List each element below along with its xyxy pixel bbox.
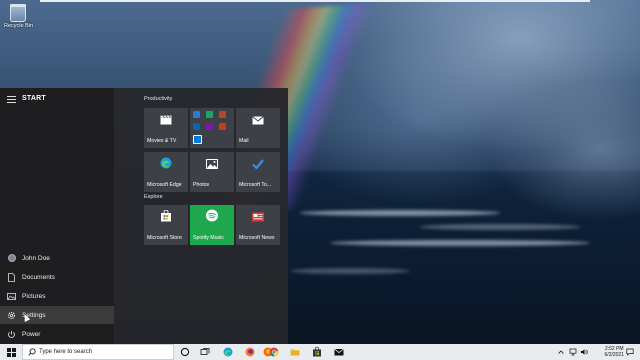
wallpaper-wave <box>290 268 410 274</box>
mail-icon <box>252 112 264 130</box>
start-nav-label: John Doe <box>22 254 50 262</box>
tile-label: Microsoft To... <box>239 182 272 188</box>
document-icon <box>7 272 16 282</box>
search-icon <box>28 348 36 356</box>
tile-microsoft-edge[interactable]: Microsoft Edge <box>144 152 188 192</box>
start-menu-title: START <box>22 95 46 102</box>
taskbar: Type here to search 2:52 PM 6/2/2021 <box>0 344 640 360</box>
start-nav-user[interactable]: John Doe <box>0 249 114 267</box>
notification-center-icon[interactable] <box>626 348 634 356</box>
taskbar-search-box[interactable]: Type here to search <box>22 344 174 360</box>
news-icon <box>252 209 265 227</box>
start-button[interactable] <box>0 344 22 360</box>
windows-logo-icon <box>6 347 16 357</box>
tile-group-label: Productivity <box>144 96 173 102</box>
tile-label: Microsoft Store <box>147 235 182 241</box>
tile-label: Spotify Music <box>193 235 224 241</box>
tile-microsoft-news[interactable]: Microsoft News <box>236 205 280 245</box>
hamburger-menu-icon[interactable] <box>7 96 16 103</box>
tile-label: Movies & TV <box>147 138 177 144</box>
tile-photos[interactable]: Photos <box>190 152 234 192</box>
desktop-icon-label: Recycle Bin <box>4 23 34 29</box>
edge-icon[interactable] <box>223 347 233 357</box>
checkmark-icon <box>252 156 264 174</box>
start-nav-label: Pictures <box>22 292 46 300</box>
tile-microsoft-todo[interactable]: Microsoft To... <box>236 152 280 192</box>
edge-icon <box>160 156 172 174</box>
office-apps-folder-icon <box>193 111 231 144</box>
chevron-up-icon[interactable] <box>557 348 565 356</box>
cortana-circle-icon[interactable] <box>180 347 190 357</box>
search-placeholder: Type here to search <box>39 349 93 355</box>
task-view-icon[interactable] <box>200 347 210 357</box>
start-menu: START John Doe Documents Pictures Settin… <box>0 88 288 344</box>
gear-icon <box>7 311 16 320</box>
start-nav-pictures[interactable]: Pictures <box>0 287 114 305</box>
window-edge-line <box>40 0 590 2</box>
store-icon[interactable] <box>312 347 322 357</box>
spotify-icon <box>206 209 219 227</box>
start-nav-label: Documents <box>22 273 55 281</box>
firefox-icon[interactable] <box>245 347 255 357</box>
tile-microsoft-store[interactable]: Microsoft Store <box>144 205 188 245</box>
user-avatar-icon <box>7 254 16 263</box>
tile-label: Microsoft News <box>239 235 275 241</box>
file-explorer-icon[interactable] <box>290 347 300 357</box>
wallpaper-wave <box>300 210 500 216</box>
start-nav-documents[interactable]: Documents <box>0 268 114 286</box>
chrome-icon[interactable] <box>269 347 279 357</box>
wallpaper-wave <box>420 224 580 230</box>
store-bag-icon <box>160 209 172 227</box>
start-nav-power[interactable]: Power <box>0 325 114 343</box>
network-icon[interactable] <box>569 348 577 356</box>
clock-date: 6/2/2021 <box>604 352 624 358</box>
recycle-bin-icon <box>10 4 26 22</box>
tile-label <box>190 144 234 148</box>
tile-mail[interactable]: Mail <box>236 108 280 148</box>
tile-label: Microsoft Edge <box>147 182 182 188</box>
tile-movies-tv[interactable]: Movies & TV <box>144 108 188 148</box>
desktop-icon-recycle-bin[interactable]: Recycle Bin <box>4 4 34 29</box>
tile-spotify-music[interactable]: Spotify Music <box>190 205 234 245</box>
clapperboard-icon <box>160 112 172 130</box>
tile-label: Mail <box>239 138 249 144</box>
power-icon <box>7 330 16 339</box>
start-nav-settings[interactable]: Settings <box>0 306 114 324</box>
start-nav-label: Power <box>22 330 41 338</box>
mail-icon[interactable] <box>334 347 344 357</box>
tile-office-apps-folder[interactable] <box>190 108 234 148</box>
wallpaper-wave <box>330 240 590 246</box>
pictures-icon <box>7 292 16 301</box>
taskbar-clock[interactable]: 2:52 PM 6/2/2021 <box>605 346 624 358</box>
tile-label: Photos <box>193 182 210 188</box>
photos-icon <box>206 156 218 174</box>
volume-icon[interactable] <box>580 348 588 356</box>
tile-group-label: Explore <box>144 194 163 200</box>
start-menu-rail: START John Doe Documents Pictures Settin… <box>0 88 114 344</box>
